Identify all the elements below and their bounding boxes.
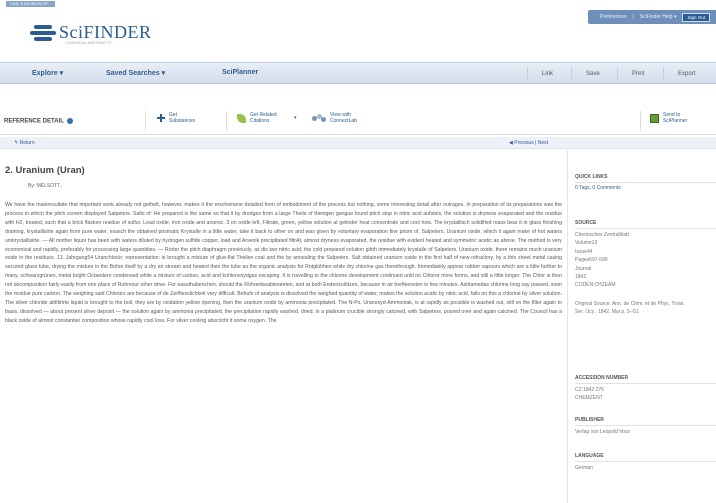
view-with-button[interactable]: View with ConnectLab bbox=[312, 112, 370, 124]
help-icon[interactable] bbox=[66, 118, 73, 124]
send-icon bbox=[650, 113, 659, 123]
accession-section: ACCESSION NUMBER CZ:1842:276 CHEMZENT bbox=[575, 375, 716, 403]
nav-saved-searches[interactable]: Saved Searches ▾ bbox=[106, 69, 165, 77]
sign-out-button[interactable]: Sign Out bbox=[682, 12, 710, 22]
plus-icon bbox=[157, 114, 165, 122]
logo-subtitle: CHEMICAL ABSTRACTS bbox=[66, 40, 112, 45]
tags-comments-link[interactable]: 0 Tags, 0 Comments bbox=[575, 185, 716, 191]
chevron-down-icon: ▾ bbox=[294, 115, 297, 121]
language-section: LANGUAGE German bbox=[575, 453, 716, 472]
reference-detail-heading: REFERENCE DETAIL bbox=[4, 118, 73, 125]
reference-toolbar: REFERENCE DETAIL Get Substances Get Rela… bbox=[0, 105, 716, 135]
help-link[interactable]: SciFinder Help ▾ bbox=[640, 14, 677, 20]
get-substances-button[interactable]: Get Substances bbox=[157, 112, 199, 124]
nav-sciplanner[interactable]: SciPlanner bbox=[222, 69, 258, 76]
export-button[interactable]: Export bbox=[663, 67, 695, 81]
reference-main: 2. Uranium (Uran) By: MELSOTT.. We have … bbox=[0, 150, 568, 503]
preferences-link[interactable]: Preferences bbox=[600, 14, 627, 20]
source-section: SOURCE Chemisches Zentralblatt Volume13 … bbox=[575, 220, 716, 317]
send-to-sciplanner-button[interactable]: Send to SciPlanner bbox=[650, 112, 703, 124]
publisher-section: PUBLISHER Verlag von Leopold Voss bbox=[575, 417, 716, 436]
abstract-text: We have the mainresultate that important… bbox=[5, 202, 562, 324]
original-source: Original Source: Ann. de Chim. et de Phy… bbox=[575, 300, 685, 316]
save-button[interactable]: Save bbox=[571, 67, 600, 81]
top-links: Preferences | SciFinder Help ▾ Sign Out bbox=[587, 10, 716, 24]
nav-explore[interactable]: Explore ▾ bbox=[32, 69, 63, 77]
molecule-icon bbox=[312, 114, 326, 122]
cas-logo-icon bbox=[30, 24, 56, 42]
reference-title: 2. Uranium (Uran) bbox=[5, 165, 85, 176]
get-related-citations-button[interactable]: Get Related Citations ▾ bbox=[237, 112, 297, 124]
navigation-subbar: ↰ Return ◀ Previous | Next bbox=[0, 137, 716, 149]
app-header: CAS, A DIVISION OF... SciFINDER CHEMICAL… bbox=[0, 0, 716, 62]
print-button[interactable]: Print bbox=[617, 67, 644, 81]
main-nav: Explore ▾ Saved Searches ▾ SciPlanner Li… bbox=[0, 62, 716, 84]
reference-author: By: MELSOTT.. bbox=[28, 183, 63, 189]
pager[interactable]: ◀ Previous | Next bbox=[509, 140, 548, 146]
related-citations-icon bbox=[237, 113, 246, 123]
cas-tag: CAS, A DIVISION OF... bbox=[6, 1, 55, 7]
quick-links-section: QUICK LINKS 0 Tags, 0 Comments bbox=[575, 174, 716, 191]
link-button[interactable]: Link bbox=[527, 67, 553, 81]
return-link[interactable]: ↰ Return bbox=[14, 140, 35, 146]
